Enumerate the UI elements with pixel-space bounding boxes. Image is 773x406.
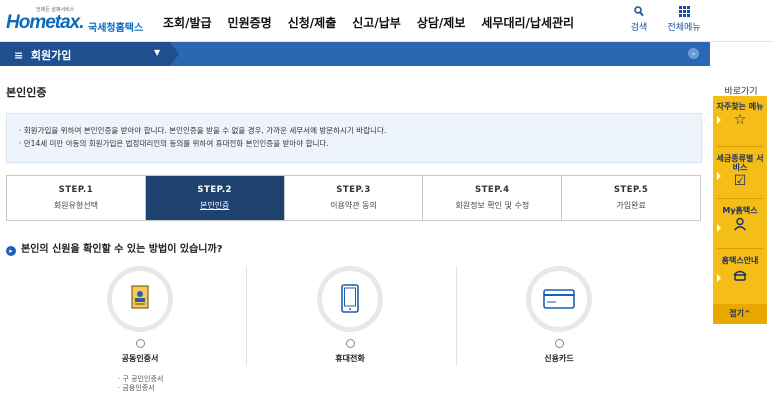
notice-box: · 회원가입을 위하여 본인인증을 받아야 합니다. 본인인증을 받을 수 없을… bbox=[6, 113, 702, 163]
quick-item-label: My홈택스 bbox=[722, 206, 758, 215]
navbar-menu-label: ≡ 회원가입 bbox=[14, 47, 71, 63]
logo-subtitle: 국세청홈택스 bbox=[88, 23, 144, 34]
step-label: 회원유형선택 bbox=[53, 201, 98, 210]
method-mobile-phone[interactable]: 휴대전화 bbox=[315, 266, 385, 364]
search-label: 검색 bbox=[630, 23, 648, 33]
step-label: 회원정보 확인 및 수정 bbox=[455, 201, 530, 210]
quick-pointer-icon bbox=[717, 224, 721, 232]
star-icon: ☆ bbox=[733, 112, 747, 128]
hometax-logo[interactable]: 언제든 살펴서비스 Hometax. 국세청홈택스 bbox=[6, 6, 146, 36]
step-number: STEP.2 bbox=[197, 185, 232, 195]
sub-item-text: 구 공인인증서 bbox=[122, 375, 164, 383]
method-certificate[interactable]: 공동인증서 bbox=[105, 266, 175, 364]
global-nav: 조회/발급 민원증명 신청/제출 신고/납부 상담/제보 세무대리/납세관리 bbox=[163, 14, 590, 31]
identity-question-text: 본인의 신원을 확인할 수 있는 방법이 있습니까? bbox=[21, 244, 223, 255]
quick-item-tax-services[interactable]: 세금종류별 서비스 ☑ bbox=[713, 154, 767, 188]
search-button[interactable]: 검색 bbox=[619, 6, 659, 33]
mobile-phone-radio[interactable] bbox=[345, 339, 355, 348]
checkbox-icon: ☑ bbox=[733, 173, 747, 189]
notice-line: · 만14세 미만 아동의 회원가입은 법정대리인의 동의를 위하여 휴대전화 … bbox=[19, 139, 329, 148]
certificate-icon bbox=[131, 285, 149, 309]
identity-question: ▸ 본인의 신원을 확인할 수 있는 방법이 있습니까? bbox=[6, 240, 223, 256]
notice-text-2: 만14세 미만 아동의 회원가입은 법정대리인의 동의를 위하여 휴대전화 본인… bbox=[23, 139, 329, 148]
step-1: STEP.1 회원유형선택 bbox=[7, 176, 146, 220]
user-icon bbox=[713, 217, 767, 234]
step-number: STEP.3 bbox=[336, 185, 371, 195]
gnb-item-application[interactable]: 신청/제출 bbox=[288, 14, 337, 31]
step-indicator: STEP.1 회원유형선택 STEP.2 본인인증 STEP.3 이용약관 동의… bbox=[6, 175, 701, 221]
mobile-phone-icon-ring bbox=[317, 266, 383, 332]
gnb-item-certificate[interactable]: 민원증명 bbox=[228, 14, 272, 31]
credit-card-radio[interactable] bbox=[554, 339, 564, 348]
page-title: 본인인증 bbox=[6, 86, 47, 99]
navbar-current-label: 회원가입 bbox=[30, 49, 72, 62]
credit-card-icon bbox=[543, 289, 575, 309]
mobile-phone-icon bbox=[341, 284, 359, 313]
quick-menu-fold-button[interactable]: 접기^ bbox=[713, 304, 767, 324]
quick-pointer-icon bbox=[717, 172, 721, 180]
method-label: 공동인증서 bbox=[121, 354, 159, 363]
navbar-current-menu[interactable]: ≡ 회원가입 ▼ bbox=[0, 42, 170, 66]
notice-text-1: 회원가입을 위하여 본인인증을 받아야 합니다. 본인인증을 받을 수 없을 경… bbox=[23, 126, 387, 135]
method-label: 신용카드 bbox=[544, 354, 574, 363]
hamburger-icon: ≡ bbox=[14, 49, 24, 62]
step-label: 가입완료 bbox=[616, 201, 646, 210]
page-root: 언제든 살펴서비스 Hometax. 국세청홈택스 조회/발급 민원증명 신청/… bbox=[0, 0, 773, 406]
navbar-arrow-shape bbox=[170, 42, 179, 66]
top-header: 언제든 살펴서비스 Hometax. 국세청홈택스 조회/발급 민원증명 신청/… bbox=[0, 0, 773, 42]
caret-down-icon: ▼ bbox=[154, 48, 161, 57]
credit-card-icon-ring bbox=[526, 266, 592, 332]
step-4: STEP.4 회원정보 확인 및 수정 bbox=[423, 176, 563, 220]
sub-item: · 금융인증서 bbox=[118, 384, 155, 392]
step-3: STEP.3 이용약관 동의 bbox=[285, 176, 424, 220]
quick-item-favorites[interactable]: 자주찾는 메뉴 ☆ bbox=[713, 102, 767, 127]
certificate-sub-list: · 구 공인인증서 · 금융인증서 bbox=[118, 375, 163, 393]
quick-item-label: 세금종류별 서비스 bbox=[716, 154, 764, 172]
step-number: STEP.1 bbox=[58, 185, 94, 195]
column-divider bbox=[246, 266, 247, 366]
certificate-icon-ring bbox=[107, 266, 173, 332]
quick-item-guide[interactable]: 홈택스안내 bbox=[713, 256, 767, 284]
quick-divider bbox=[717, 146, 763, 147]
method-credit-card[interactable]: 신용카드 bbox=[524, 266, 594, 364]
sub-item: · 구 공인인증서 bbox=[118, 375, 164, 383]
column-divider bbox=[456, 266, 457, 366]
all-menu-button[interactable]: 전체메뉴 bbox=[664, 6, 704, 33]
quick-item-label: 홈택스안내 bbox=[721, 256, 759, 265]
search-icon bbox=[619, 6, 659, 20]
certificate-radio[interactable] bbox=[135, 339, 145, 348]
navbar-expand-icon[interactable]: ⌄ bbox=[688, 48, 699, 59]
step-5: STEP.5 가입완료 bbox=[562, 176, 700, 220]
arrow-bullet-icon: ▸ bbox=[6, 246, 16, 256]
method-label: 휴대전화 bbox=[335, 354, 365, 363]
step-number: STEP.4 bbox=[475, 185, 510, 195]
gnb-item-tax-agent[interactable]: 세무대리/납세관리 bbox=[481, 14, 574, 31]
quick-pointer-icon bbox=[717, 116, 721, 124]
sub-item-text: 금융인증서 bbox=[122, 384, 155, 392]
quick-item-my-hometax[interactable]: My홈택스 bbox=[713, 206, 767, 234]
step-2-active: STEP.2 본인인증 bbox=[145, 176, 285, 220]
grid-menu-icon bbox=[664, 6, 704, 20]
location-navbar: ≡ 회원가입 ▼ ⌄ bbox=[0, 42, 710, 66]
gnb-item-consult[interactable]: 상담/제보 bbox=[417, 14, 466, 31]
all-menu-label: 전체메뉴 bbox=[667, 23, 701, 33]
step-label: 이용약관 동의 bbox=[330, 201, 377, 210]
notice-line: · 회원가입을 위하여 본인인증을 받아야 합니다. 본인인증을 받을 수 없을… bbox=[19, 126, 387, 135]
logo-text: Hometax. bbox=[6, 12, 85, 33]
step-number: STEP.5 bbox=[613, 185, 649, 195]
quick-pointer-icon bbox=[717, 274, 721, 282]
quick-menu: 자주찾는 메뉴 ☆ 세금종류별 서비스 ☑ My홈택스 홈택스안내 접기^ bbox=[713, 96, 767, 324]
quick-item-label: 자주찾는 메뉴 bbox=[716, 102, 764, 111]
quick-divider bbox=[717, 198, 763, 199]
gnb-item-inquiry[interactable]: 조회/발급 bbox=[163, 14, 212, 31]
step-label: 본인인증 bbox=[199, 201, 230, 210]
gnb-item-report-payment[interactable]: 신고/납부 bbox=[352, 14, 401, 31]
guide-icon bbox=[713, 267, 767, 284]
quick-divider bbox=[717, 248, 763, 249]
